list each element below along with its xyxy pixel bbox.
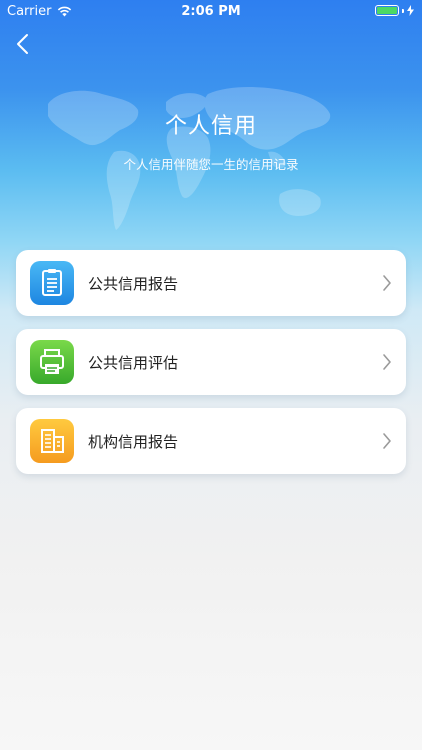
page-subtitle: 个人信用伴随您一生的信用记录 bbox=[123, 157, 299, 172]
chevron-right-icon bbox=[383, 275, 391, 291]
menu-item-public-credit-assessment[interactable]: 公共信用评估 bbox=[16, 329, 406, 395]
menu-item-label: 机构信用报告 bbox=[88, 433, 179, 451]
card-icon-bg bbox=[30, 419, 74, 463]
menu-item-label: 公共信用评估 bbox=[88, 354, 179, 372]
chevron-right-icon bbox=[383, 433, 391, 449]
menu-item-label: 公共信用报告 bbox=[88, 275, 179, 293]
battery-indicator bbox=[375, 5, 414, 16]
status-bar: Carrier 2:06 PM bbox=[0, 0, 422, 24]
card-icon-bg bbox=[30, 261, 74, 305]
charging-bolt-icon bbox=[407, 5, 414, 16]
card-icon-bg bbox=[30, 340, 74, 384]
chevron-left-icon bbox=[17, 34, 28, 54]
printer-icon bbox=[40, 349, 64, 374]
chevron-right-icon bbox=[383, 354, 391, 370]
building-icon bbox=[41, 429, 64, 453]
menu-item-public-credit-report[interactable]: 公共信用报告 bbox=[16, 250, 406, 316]
menu-item-institution-credit-report[interactable]: 机构信用报告 bbox=[16, 408, 406, 474]
back-button[interactable] bbox=[12, 31, 36, 57]
status-time: 2:06 PM bbox=[181, 4, 241, 19]
battery-icon bbox=[375, 5, 399, 16]
clipboard-icon bbox=[42, 269, 62, 296]
page-title: 个人信用 bbox=[164, 114, 257, 139]
